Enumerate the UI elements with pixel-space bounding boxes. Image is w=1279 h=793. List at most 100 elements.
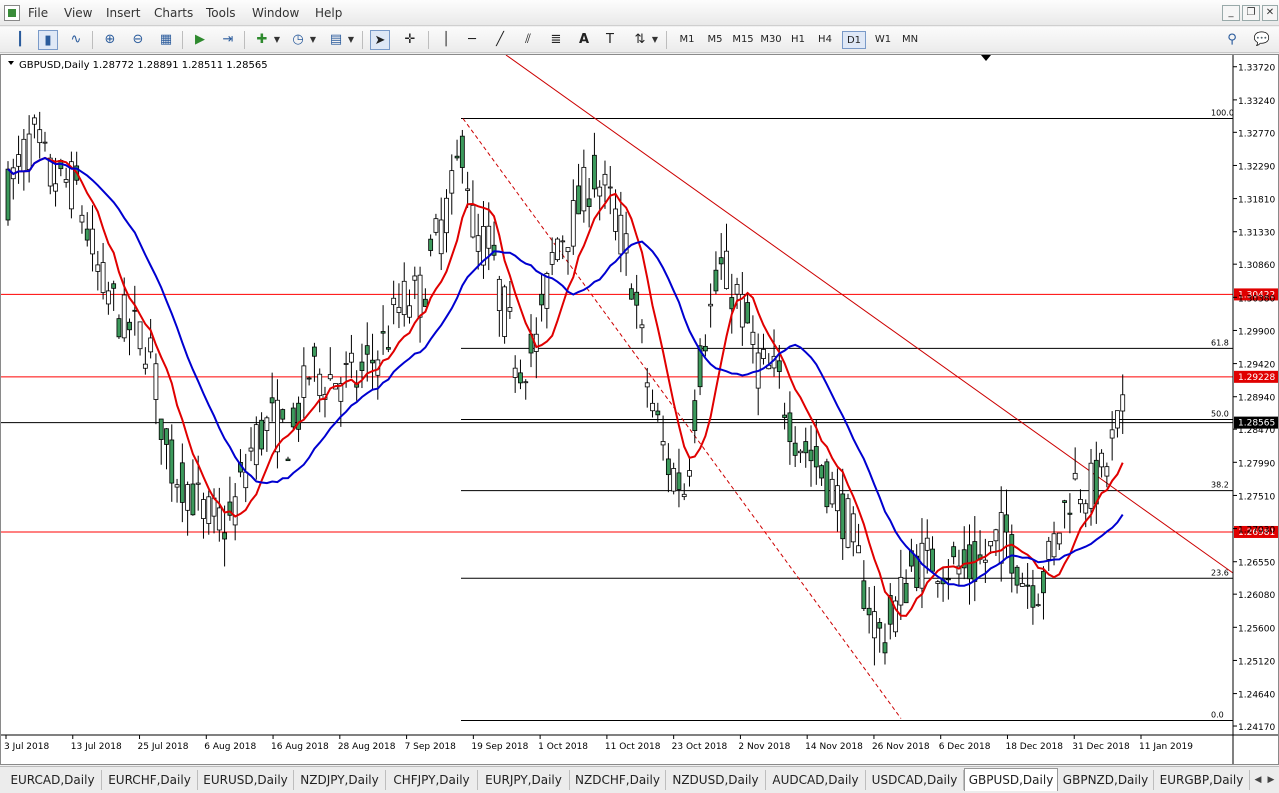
shift-marker-icon[interactable] — [981, 55, 991, 61]
close-button[interactable]: ✕ — [1262, 5, 1278, 21]
tab-usdcad[interactable]: USDCAD,Daily — [866, 770, 964, 790]
cursor-arrow-icon[interactable]: ➤ — [370, 30, 390, 50]
candlestick-icon[interactable]: ▮ — [38, 30, 58, 50]
menu-insert[interactable]: Insert — [106, 6, 140, 20]
candle-body — [444, 197, 449, 234]
periods-clock-icon[interactable]: ◷ — [288, 30, 308, 50]
zoom-out-icon[interactable]: ⊖ — [128, 30, 148, 50]
tab-scroll-right-icon[interactable]: ▶ — [1265, 773, 1277, 787]
tab-gbpusd[interactable]: GBPUSD,Daily — [964, 768, 1058, 791]
candle-body — [850, 513, 856, 543]
candle-body — [195, 482, 201, 485]
candle-body — [179, 462, 185, 503]
templates-icon[interactable]: ▤ — [326, 30, 346, 50]
tab-eurcad[interactable]: EURCAD,Daily — [4, 770, 102, 790]
tab-eurchf[interactable]: EURCHF,Daily — [102, 770, 198, 790]
menu-tools[interactable]: Tools — [206, 6, 236, 20]
candle-body — [903, 582, 909, 604]
candle-body — [734, 284, 740, 295]
timeframe-h1[interactable]: H1 — [788, 31, 808, 49]
chart-shift-icon[interactable]: ⇥ — [218, 30, 238, 50]
timeframe-m15[interactable]: M15 — [730, 31, 756, 49]
tab-nzdjpy[interactable]: NZDJPY,Daily — [294, 770, 386, 790]
tab-eurjpy[interactable]: EURJPY,Daily — [478, 770, 570, 790]
tab-eurusd[interactable]: EURUSD,Daily — [198, 770, 294, 790]
candle-body — [835, 485, 840, 512]
text-label-icon[interactable]: T — [600, 30, 620, 50]
line-chart-icon[interactable]: ∿ — [66, 30, 86, 50]
price-level-label: 1.29228 — [1238, 373, 1275, 383]
autoscroll-icon[interactable]: ▶ — [190, 30, 210, 50]
tab-nzdchf[interactable]: NZDCHF,Daily — [570, 770, 666, 790]
text-tool-icon[interactable]: A — [574, 30, 594, 50]
candle-body — [433, 218, 439, 233]
crosshair-icon[interactable]: ✛ — [400, 30, 420, 50]
fibonacci-icon[interactable]: ≣ — [546, 30, 566, 50]
candle-body — [993, 529, 999, 542]
horizontal-line-icon[interactable]: ─ — [462, 30, 482, 50]
candle-body — [1083, 503, 1089, 514]
tab-gbpnzd[interactable]: GBPNZD,Daily — [1058, 770, 1154, 790]
candle-body — [650, 402, 655, 412]
time-tick-label: 25 Jul 2018 — [138, 742, 189, 752]
menu-file[interactable]: File — [28, 6, 48, 20]
timeframe-h4[interactable]: H4 — [815, 31, 835, 49]
chart-menu-triangle-icon[interactable] — [8, 61, 14, 65]
restore-button[interactable]: ❐ — [1242, 5, 1260, 21]
chevron-down-icon[interactable]: ▼ — [308, 30, 318, 50]
search-icon[interactable]: ⚲ — [1222, 30, 1242, 50]
timeframe-m1[interactable]: M1 — [676, 31, 698, 49]
chevron-down-icon[interactable]: ▼ — [346, 30, 356, 50]
arrows-icon[interactable]: ⇅ — [630, 30, 650, 50]
timeframe-d1[interactable]: D1 — [842, 31, 866, 49]
chevron-down-icon[interactable]: ▼ — [650, 30, 660, 50]
timeframe-m30[interactable]: M30 — [758, 31, 784, 49]
tab-scroll-left-icon[interactable]: ◀ — [1252, 773, 1264, 787]
candle-body — [343, 363, 349, 365]
price-tick-label: 1.27510 — [1238, 492, 1275, 502]
price-chart[interactable]: 100.061.850.038.223.60.0 1.304221.292281… — [1, 55, 1278, 764]
zoom-in-icon[interactable]: ⊕ — [100, 30, 120, 50]
candle-body — [713, 269, 719, 292]
candle-body — [79, 214, 85, 223]
candle-body — [158, 418, 164, 440]
menu-charts[interactable]: Charts — [154, 6, 193, 20]
candle-body — [708, 303, 714, 307]
minimize-button[interactable]: _ — [1222, 5, 1240, 21]
trendline-icon[interactable]: ╱ — [490, 30, 510, 50]
tab-audcad[interactable]: AUDCAD,Daily — [766, 770, 866, 790]
tab-eurgbp[interactable]: EURGBP,Daily — [1154, 770, 1250, 790]
vertical-line-icon[interactable]: │ — [436, 30, 456, 50]
candle-body — [327, 374, 333, 380]
candle-body — [475, 235, 481, 252]
candle-body — [750, 331, 756, 345]
candle-body — [856, 545, 861, 554]
chart-window[interactable]: 100.0 61.8 50.0 38.2 23.6 0.0 1.30422 1.29228 1… — [0, 54, 1279, 765]
indicators-icon[interactable]: ✚ — [252, 30, 272, 50]
candle-body — [359, 361, 365, 371]
chart-window-icon[interactable] — [4, 5, 20, 21]
menu-view[interactable]: View — [64, 6, 92, 20]
candle-body — [428, 238, 434, 251]
candle-body — [581, 166, 587, 212]
candle-body — [565, 247, 571, 253]
timeframe-w1[interactable]: W1 — [872, 31, 894, 49]
candle-body — [861, 580, 867, 609]
bar-chart-icon[interactable]: ┃ — [10, 30, 30, 50]
candle-body — [872, 611, 877, 639]
tab-chfjpy[interactable]: CHFJPY,Daily — [386, 770, 478, 790]
candle-body — [618, 214, 624, 255]
tab-nzdusd[interactable]: NZDUSD,Daily — [666, 770, 766, 790]
candle-body — [412, 275, 418, 281]
fibonacci-level-label: 50.0 — [1211, 410, 1229, 419]
timeframe-m5[interactable]: M5 — [704, 31, 726, 49]
chat-icon[interactable]: 💬 — [1252, 30, 1272, 50]
menu-help[interactable]: Help — [315, 6, 342, 20]
menu-window[interactable]: Window — [252, 6, 299, 20]
tile-windows-icon[interactable]: ▦ — [156, 30, 176, 50]
equidistant-channel-icon[interactable]: ⫽ — [518, 30, 538, 50]
candle-body — [317, 373, 323, 396]
timeframe-mn[interactable]: MN — [899, 31, 921, 49]
chevron-down-icon[interactable]: ▼ — [272, 30, 282, 50]
candle-body — [924, 537, 930, 551]
